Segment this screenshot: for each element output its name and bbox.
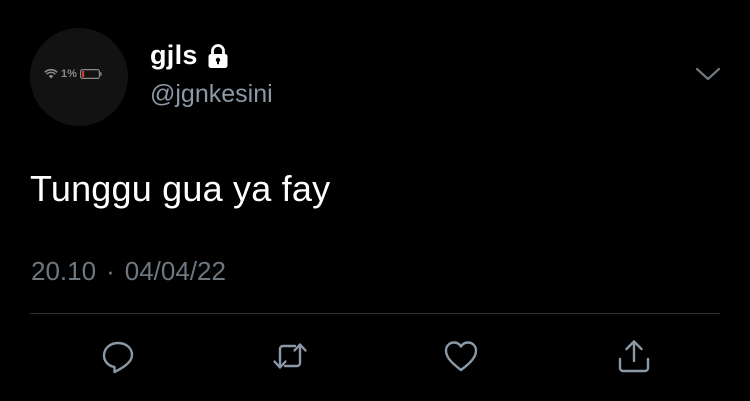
user-name-row[interactable]: gjls	[150, 40, 230, 71]
retweet-button[interactable]	[270, 336, 310, 376]
battery-low-icon	[79, 69, 102, 79]
share-icon	[618, 340, 650, 373]
display-name[interactable]: gjls	[150, 40, 198, 71]
battery-percentage: 1%	[61, 68, 77, 80]
tweet-text: Tunggu gua ya fay	[30, 168, 331, 209]
wifi-icon	[44, 69, 58, 79]
share-button[interactable]	[614, 336, 654, 376]
tweet-timestamp[interactable]: 20.10 · 04/04/22	[31, 256, 226, 287]
chevron-down-icon[interactable]	[694, 64, 722, 84]
lock-icon	[208, 43, 228, 68]
divider	[30, 313, 720, 314]
like-button[interactable]	[441, 336, 481, 376]
tweet-card: 1% gjls @jgnkesini Tunggu gua ya fay 20.…	[0, 0, 750, 401]
tweet-date[interactable]: 04/04/22	[125, 256, 226, 287]
tweet-actions-bar	[0, 330, 750, 382]
timestamp-separator: ·	[106, 256, 115, 286]
reply-icon	[102, 341, 134, 374]
avatar-status-bar: 1%	[44, 68, 102, 80]
tweet-time[interactable]: 20.10	[31, 256, 96, 287]
heart-icon	[444, 341, 478, 372]
user-handle[interactable]: @jgnkesini	[150, 80, 273, 109]
retweet-icon	[273, 343, 307, 369]
avatar[interactable]: 1%	[30, 28, 128, 126]
reply-button[interactable]	[98, 336, 138, 376]
